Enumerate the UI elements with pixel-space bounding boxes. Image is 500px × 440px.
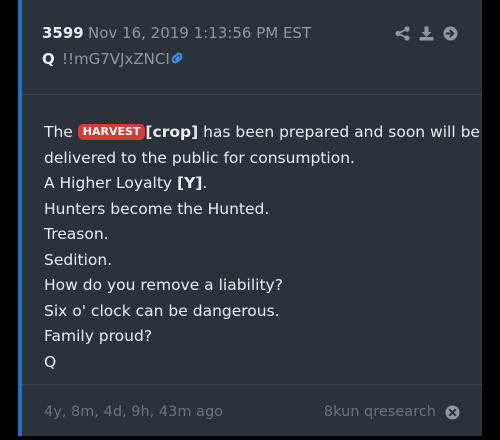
- body-text: A Higher Loyalty: [44, 174, 173, 192]
- post-card: 3599 Nov 16, 2019 1:13:56 PM EST Q !!mG7…: [18, 0, 482, 436]
- body-line: Sedition.: [44, 250, 113, 269]
- body-text: The: [44, 123, 73, 141]
- post-body: The HARVEST [crop] has been prepared and …: [44, 120, 480, 375]
- goto-icon[interactable]: [443, 26, 458, 41]
- body-line: Hunters become the Hunted.: [44, 199, 270, 218]
- crop-text: [crop]: [145, 123, 199, 141]
- body-line: How do you remove a liability?: [44, 276, 283, 294]
- body-line: A Higher Loyalty [Y].: [44, 171, 474, 197]
- post-header: 3599 Nov 16, 2019 1:13:56 PM EST Q !!mG7…: [22, 0, 482, 95]
- post-date: Nov 16, 2019 1:13:56 PM EST: [88, 24, 312, 42]
- y-marker: [Y]: [177, 174, 203, 192]
- body-line: Treason.: [44, 225, 109, 243]
- source-board[interactable]: 8kun qresearch: [324, 404, 436, 420]
- body-line: The HARVEST [crop] has been prepared and …: [44, 120, 480, 146]
- body-line: Family proud?: [44, 327, 153, 345]
- author-name: Q: [42, 50, 55, 68]
- close-icon[interactable]: [445, 405, 460, 420]
- body-signature: Q: [44, 352, 57, 371]
- share-icon[interactable]: [395, 26, 410, 41]
- post-footer: 4y, 8m, 4d, 9h, 43m ago 8kun qresearch: [22, 384, 482, 437]
- post-number[interactable]: 3599: [42, 24, 84, 42]
- harvest-badge: HARVEST: [77, 124, 146, 140]
- body-line: Six o' clock can be dangerous.: [44, 301, 280, 320]
- link-icon[interactable]: [169, 50, 185, 66]
- relative-time: 4y, 8m, 4d, 9h, 43m ago: [44, 404, 224, 420]
- body-text: .: [202, 174, 208, 192]
- tripcode: !!mG7VJxZNCI: [62, 50, 170, 68]
- body-text: has been prepared and soon will be: [203, 123, 480, 141]
- download-icon[interactable]: [419, 26, 434, 41]
- body-line: delivered to the public for consumption.: [44, 148, 355, 167]
